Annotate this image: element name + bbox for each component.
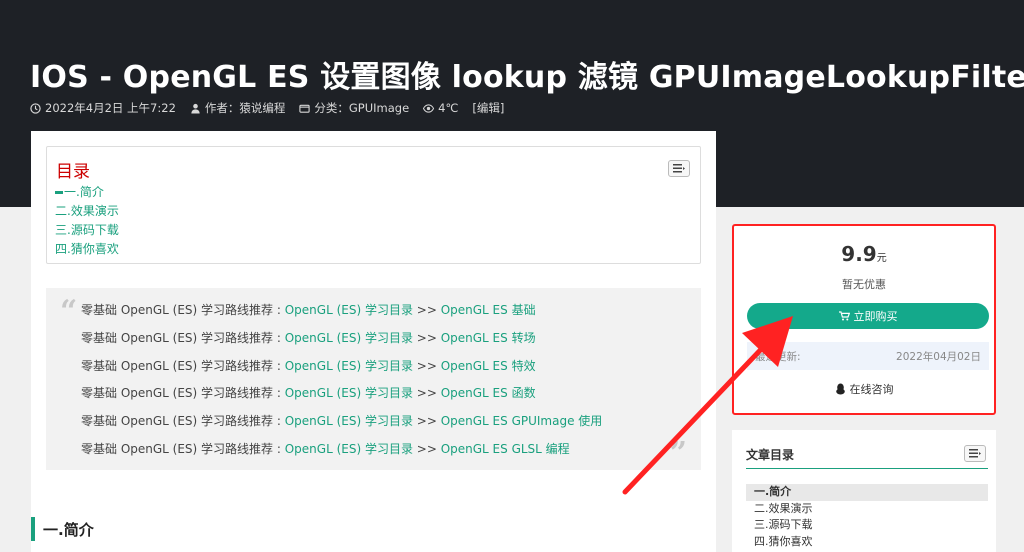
page-title: IOS - OpenGL ES 设置图像 lookup 滤镜 GPUImageL…: [30, 60, 1024, 95]
quote-line: 零基础 OpenGL (ES) 学习路线推荐 : OpenGL (ES) 学习目…: [81, 330, 536, 345]
quote-line: 零基础 OpenGL (ES) 学习路线推荐 : OpenGL (ES) 学习目…: [81, 303, 536, 317]
user-icon: [191, 103, 200, 114]
sidebar-toc-item-2[interactable]: 二.效果演示: [746, 501, 988, 518]
quote-open-icon: “: [60, 294, 78, 329]
catalog-link[interactable]: OpenGL (ES) 学习目录: [285, 359, 413, 373]
online-consult-link[interactable]: 在线咨询: [734, 381, 994, 397]
list-icon: [969, 449, 981, 458]
catalog-link[interactable]: OpenGL (ES) 学习目录: [285, 331, 413, 345]
sidebar-toc-item-3[interactable]: 三.源码下载: [746, 517, 988, 534]
post-author[interactable]: 作者：猿说编程: [190, 100, 285, 116]
quote-line: 零基础 OpenGL (ES) 学习路线推荐 : OpenGL (ES) 学习目…: [81, 414, 603, 429]
blockquote: “ 零基础 OpenGL (ES) 学习路线推荐 : OpenGL (ES) 学…: [46, 288, 701, 471]
toc-toggle-button[interactable]: [668, 160, 690, 177]
sidebar-toc-item-1[interactable]: 一.简介: [746, 484, 988, 501]
folder-icon: [299, 104, 311, 113]
sidebar-toc-toggle-button[interactable]: [964, 445, 986, 462]
sidebar-toc-list: 一.简介 二.效果演示 三.源码下载 四.猜你喜欢: [746, 484, 988, 550]
toc-item-4[interactable]: 四.猜你喜欢: [55, 240, 119, 259]
sidebar-article-toc: 文章目录 一.简介 二.效果演示 三.源码下载 四.猜你喜欢: [732, 430, 996, 552]
list-icon: [673, 164, 685, 173]
discount-text: 暂无优惠: [842, 278, 886, 291]
toc-item-2[interactable]: 二.效果演示: [55, 202, 119, 221]
quote-line: 零基础 OpenGL (ES) 学习路线推荐 : OpenGL (ES) 学习目…: [81, 441, 570, 456]
sidebar-toc-divider: [746, 468, 988, 469]
qq-penguin-icon: [835, 383, 845, 395]
post-meta: 2022年4月2日 上午7:22 作者：猿说编程 分类：GPUImage 4℃ …: [30, 100, 504, 116]
catalog-link[interactable]: OpenGL (ES) 学习目录: [285, 414, 413, 428]
toc-item-1[interactable]: 一.简介: [55, 183, 119, 202]
edit-link[interactable]: [编辑]: [472, 100, 504, 116]
post-views: 4℃: [423, 100, 458, 116]
quote-line: 零基础 OpenGL (ES) 学习路线推荐 : OpenGL (ES) 学习目…: [81, 386, 536, 401]
cart-icon: [838, 311, 850, 321]
toc-list: 一.简介 二.效果演示 三.源码下载 四.猜你喜欢: [55, 183, 119, 259]
toc-bullet-icon: [55, 191, 63, 194]
catalog-link[interactable]: OpenGL (ES) 学习目录: [285, 442, 413, 456]
topic-link[interactable]: OpenGL ES GPUImage 使用: [441, 414, 603, 428]
heading-accent-bar: [31, 517, 35, 541]
topic-link[interactable]: OpenGL ES GLSL 编程: [441, 442, 570, 456]
catalog-link[interactable]: OpenGL (ES) 学习目录: [285, 386, 413, 400]
catalog-link[interactable]: OpenGL (ES) 学习目录: [285, 303, 413, 317]
sidebar-toc-title: 文章目录: [746, 448, 795, 462]
toc-title: 目录: [56, 162, 90, 182]
topic-link[interactable]: OpenGL ES 转场: [441, 331, 536, 345]
topic-link[interactable]: OpenGL ES 基础: [441, 303, 536, 317]
purchase-box: 9.9元 暂无优惠 立即购买 最近更新: 2022年04月02日 在线咨询: [732, 224, 996, 415]
clock-icon: [30, 102, 41, 114]
topic-link[interactable]: OpenGL ES 函数: [441, 386, 536, 400]
toc-item-3[interactable]: 三.源码下载: [55, 221, 119, 240]
last-updated: 最近更新: 2022年04月02日: [747, 342, 989, 370]
post-category[interactable]: 分类：GPUImage: [299, 100, 409, 116]
learning-path-list: 零基础 OpenGL (ES) 学习路线推荐 : OpenGL (ES) 学习目…: [81, 297, 602, 464]
section-heading: 一.简介: [31, 517, 94, 541]
eye-icon: [423, 103, 435, 113]
quote-line: 零基础 OpenGL (ES) 学习路线推荐 : OpenGL (ES) 学习目…: [81, 358, 536, 373]
sidebar-toc-item-4[interactable]: 四.猜你喜欢: [746, 534, 988, 551]
post-date: 2022年4月2日 上午7:22: [30, 100, 176, 116]
table-of-contents: 目录 一.简介 二.效果演示 三.源码下载 四.猜你喜欢: [46, 146, 701, 264]
buy-now-button[interactable]: 立即购买: [747, 303, 989, 329]
article-content: 目录 一.简介 二.效果演示 三.源码下载 四.猜你喜欢 “ 零基础 OpenG…: [31, 131, 716, 552]
topic-link[interactable]: OpenGL ES 特效: [441, 359, 536, 373]
quote-close-icon: ”: [669, 436, 687, 471]
price: 9.9元: [841, 242, 887, 266]
